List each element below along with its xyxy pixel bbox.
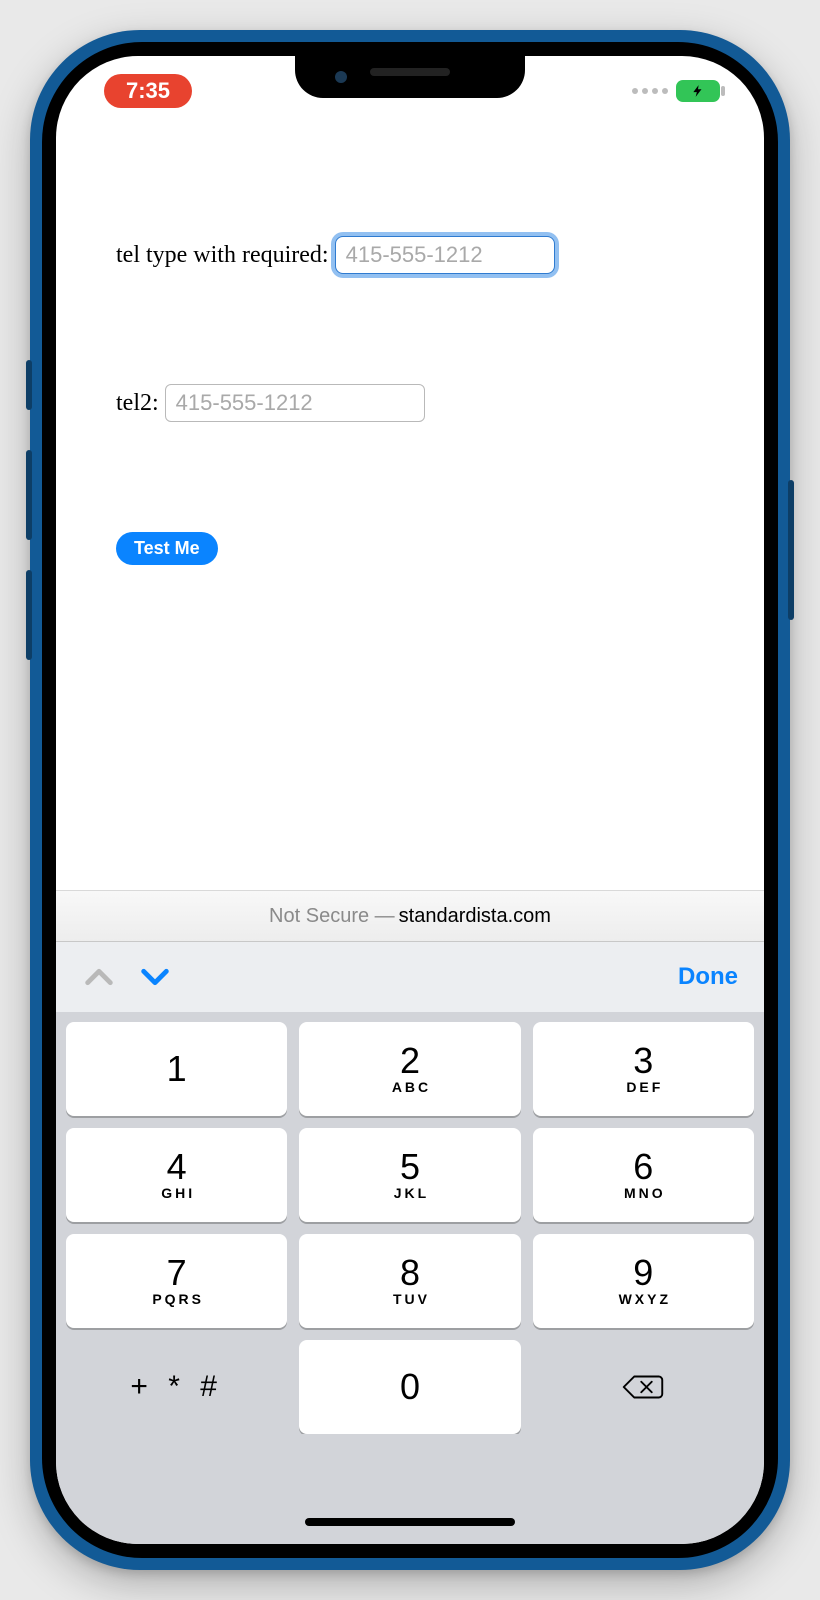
volume-down-button xyxy=(26,570,32,660)
power-button xyxy=(788,480,794,620)
keyboard-done-button[interactable]: Done xyxy=(678,963,738,991)
phone-frame: 7:35 tel type with required: xyxy=(30,30,790,1570)
numeric-keypad: 1 2ABC 3DEF 4GHI 5JKL 6MNO 7PQRS 8TUV 9W… xyxy=(56,1012,764,1434)
battery-charging-icon xyxy=(676,80,720,102)
notch xyxy=(295,56,525,98)
backspace-icon xyxy=(622,1372,664,1402)
key-8[interactable]: 8TUV xyxy=(299,1234,520,1328)
chevron-down-icon[interactable] xyxy=(138,960,172,994)
key-4[interactable]: 4GHI xyxy=(66,1128,287,1222)
tel1-input[interactable] xyxy=(335,236,555,274)
browser-url-bar[interactable]: Not Secure — standardista.com xyxy=(56,890,764,942)
home-indicator[interactable] xyxy=(305,1518,515,1526)
key-1[interactable]: 1 xyxy=(66,1022,287,1116)
key-5[interactable]: 5JKL xyxy=(299,1128,520,1222)
tel2-input[interactable] xyxy=(165,384,425,422)
volume-up-button xyxy=(26,450,32,540)
key-3[interactable]: 3DEF xyxy=(533,1022,754,1116)
key-9[interactable]: 9WXYZ xyxy=(533,1234,754,1328)
key-2[interactable]: 2ABC xyxy=(299,1022,520,1116)
key-backspace[interactable] xyxy=(533,1340,754,1434)
keyboard-bottom-area xyxy=(56,1434,764,1544)
tel1-label: tel type with required: xyxy=(116,242,329,269)
key-symbols[interactable]: + * # xyxy=(66,1340,287,1434)
signal-dots-icon xyxy=(632,88,668,94)
security-status-text: Not Secure — xyxy=(269,905,395,928)
page-content: tel type with required: tel2: Test Me xyxy=(56,126,764,890)
key-7[interactable]: 7PQRS xyxy=(66,1234,287,1328)
test-me-button[interactable]: Test Me xyxy=(116,532,218,565)
key-0[interactable]: 0 xyxy=(299,1340,520,1434)
url-domain-text: standardista.com xyxy=(399,905,551,928)
recording-time-pill[interactable]: 7:35 xyxy=(104,74,192,108)
keyboard-toolbar: Done xyxy=(56,942,764,1012)
key-6[interactable]: 6MNO xyxy=(533,1128,754,1222)
chevron-up-icon[interactable] xyxy=(82,960,116,994)
tel2-label: tel2: xyxy=(116,390,159,417)
silence-switch xyxy=(26,360,32,410)
